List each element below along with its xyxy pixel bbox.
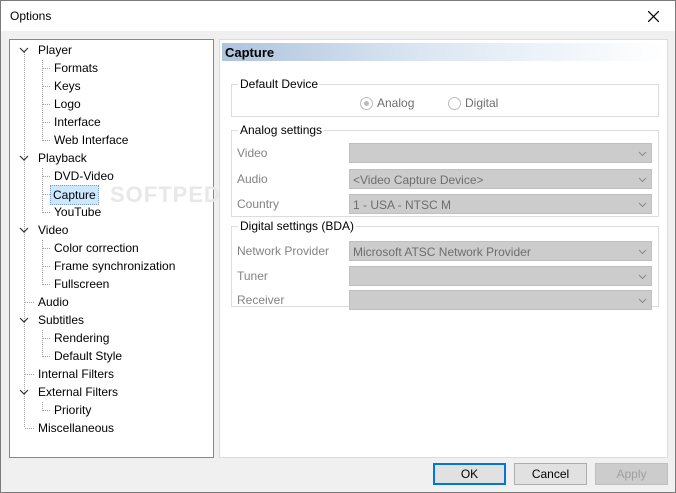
network-provider-value: Microsoft ATSC Network Provider [353, 245, 531, 259]
video-select[interactable] [349, 143, 652, 163]
chevron-down-icon[interactable] [19, 225, 29, 235]
cancel-button[interactable]: Cancel [514, 463, 587, 485]
default-device-group: Default Device Analog Digital [231, 77, 659, 117]
tree-label-fullscreen: Fullscreen [54, 277, 110, 291]
tree-label-formats: Formats [54, 61, 99, 75]
tree-label-youtube: YouTube [54, 205, 102, 219]
chevron-down-icon [638, 151, 647, 157]
default-device-label: Default Device [238, 77, 321, 91]
digital-radio[interactable]: Digital [448, 96, 498, 110]
radio-selected-icon [360, 96, 373, 110]
tree-label-capture: Capture [50, 185, 99, 205]
ok-button[interactable]: OK [433, 463, 506, 485]
title-bar: Options [1, 1, 675, 31]
tree-label-interface: Interface [54, 115, 101, 129]
tree-label-player: Player [38, 43, 73, 57]
apply-button[interactable]: Apply [595, 463, 668, 485]
radio-empty-icon [448, 96, 461, 110]
tree-label-internal-filters: Internal Filters [38, 367, 115, 381]
options-tree[interactable]: Player Formats Keys Logo Interface Web I… [9, 39, 244, 458]
country-select-value: 1 - USA - NTSC M [353, 198, 452, 212]
capture-panel: Capture Default Device Analog Digital An… [219, 39, 668, 458]
tree-label-color-correction: Color correction [54, 241, 139, 255]
tree-label-priority: Priority [54, 403, 92, 417]
tree-subtitles-line [42, 330, 43, 357]
tree-label-subtitles: Subtitles [38, 313, 85, 327]
tree-label-video: Video [38, 223, 69, 237]
tree-player-line [42, 60, 43, 141]
audio-select-value: <Video Capture Device> [353, 173, 484, 187]
tuner-label: Tuner [237, 269, 268, 283]
tree-label-frame-sync: Frame synchronization [54, 259, 176, 273]
tree-label-dvd-video: DVD-Video [54, 169, 114, 183]
audio-select[interactable]: <Video Capture Device> [349, 169, 652, 189]
network-provider-select[interactable]: Microsoft ATSC Network Provider [349, 241, 652, 261]
tree-video-line [42, 240, 43, 285]
audio-label: Audio [237, 172, 268, 186]
analog-settings-group: Analog settings Video Audio <Video Captu… [231, 123, 659, 217]
close-icon [647, 10, 659, 22]
digital-settings-label: Digital settings (BDA) [238, 219, 357, 233]
receiver-label: Receiver [237, 293, 285, 307]
options-window: Options Player Formats Keys Logo Interfa… [0, 0, 676, 493]
video-label: Video [237, 146, 268, 160]
window-title: Options [10, 9, 52, 23]
digital-settings-group: Digital settings (BDA) Network Provider … [231, 219, 659, 310]
panel-header: Capture [222, 43, 665, 61]
chevron-down-icon[interactable] [19, 153, 29, 163]
analog-settings-label: Analog settings [238, 123, 325, 137]
network-provider-label: Network Provider [237, 244, 330, 258]
tuner-select[interactable] [349, 266, 652, 286]
close-button[interactable] [631, 1, 675, 31]
receiver-select[interactable] [349, 290, 652, 310]
panel-title: Capture [225, 45, 275, 60]
chevron-down-icon [638, 249, 647, 255]
country-select[interactable]: 1 - USA - NTSC M [349, 194, 652, 214]
tree-label-logo: Logo [54, 97, 81, 111]
analog-radio-label: Analog [377, 96, 415, 110]
tree-label-web-interface: Web Interface [54, 133, 129, 147]
tree-label-miscellaneous: Miscellaneous [38, 421, 115, 435]
chevron-down-icon [638, 177, 647, 183]
tree-label-default-style: Default Style [54, 349, 123, 363]
tree-label-rendering: Rendering [54, 331, 110, 345]
chevron-down-icon [638, 202, 647, 208]
chevron-down-icon [638, 274, 647, 280]
chevron-down-icon[interactable] [19, 45, 29, 55]
country-label: Country [237, 197, 280, 211]
digital-radio-label: Digital [465, 96, 499, 110]
tree-root-line [24, 52, 25, 427]
tree-label-external-filters: External Filters [38, 385, 119, 399]
chevron-down-icon [638, 298, 647, 304]
tree-label-keys: Keys [54, 79, 81, 93]
tree-label-audio: Audio [38, 295, 69, 309]
tree-label-playback: Playback [38, 151, 87, 165]
tree-playback-line [42, 168, 43, 213]
chevron-down-icon[interactable] [19, 315, 29, 325]
chevron-down-icon[interactable] [19, 387, 29, 397]
analog-radio[interactable]: Analog [360, 96, 414, 110]
